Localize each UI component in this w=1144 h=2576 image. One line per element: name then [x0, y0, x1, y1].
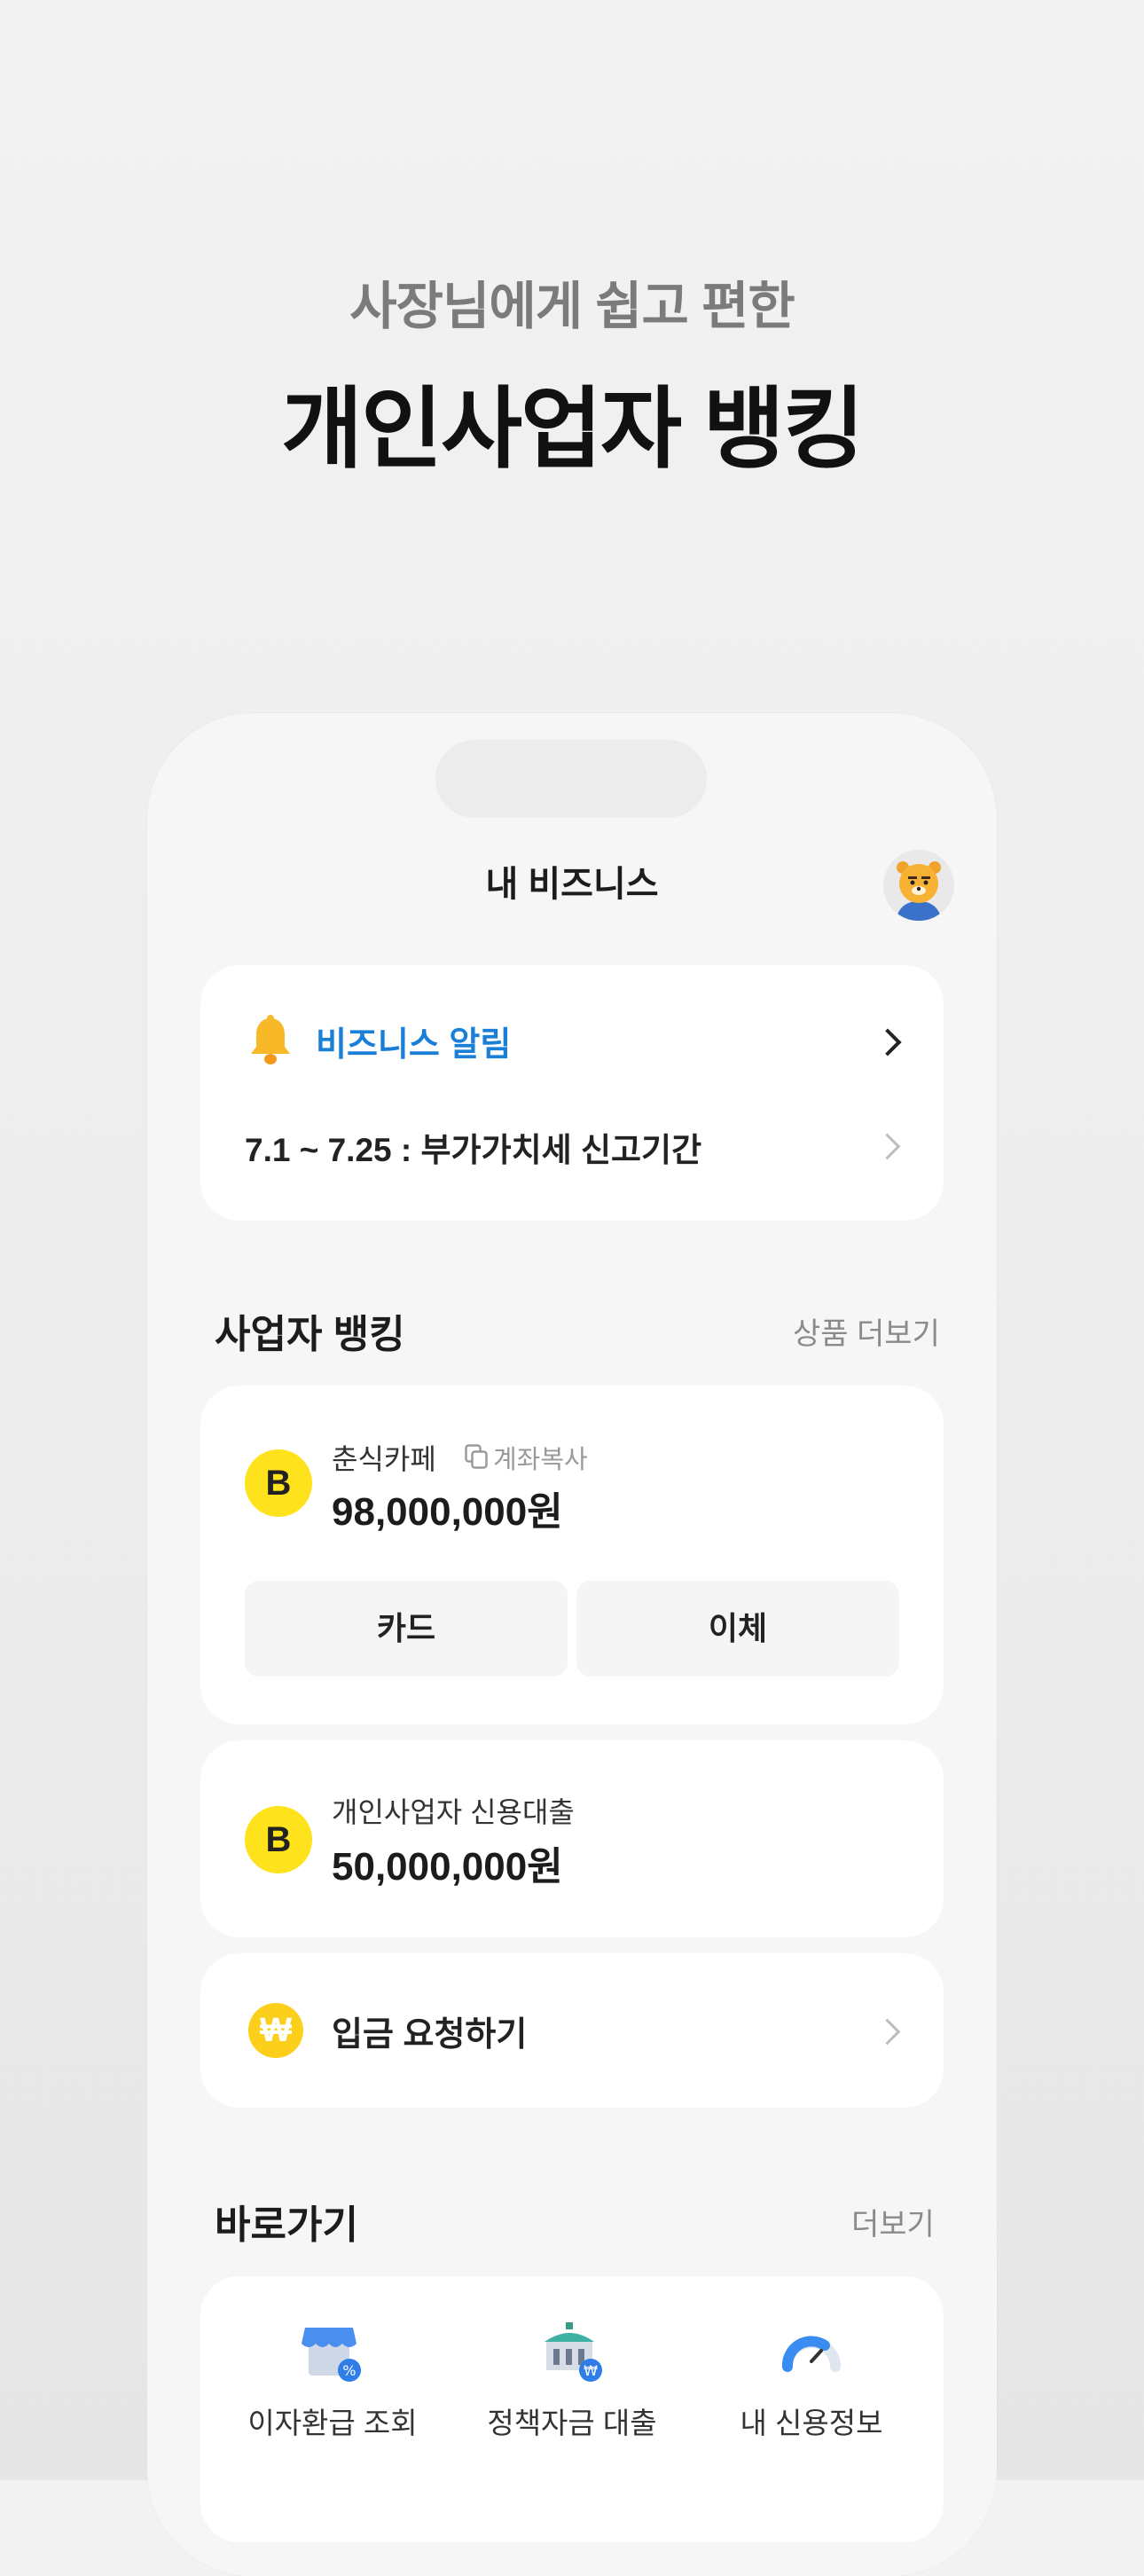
notice-item-text: 7.1 ~ 7.25 : 부가가치세 신고기간	[245, 1132, 702, 1168]
store-discount-icon: %	[302, 2328, 361, 2382]
copy-label: 계좌복사	[493, 1446, 588, 1474]
bank-logo-icon: B	[245, 1449, 312, 1517]
shortcut-label: 정책자금 대출	[487, 2407, 657, 2439]
account-card[interactable]: B 춘식카페 계좌복사 98,000,000원 카드 이체	[200, 1386, 944, 1724]
bank-building-icon: ₩	[545, 2322, 602, 2382]
shortcut-label: 이자환급 조회	[247, 2407, 418, 2439]
account-balance: 98,000,000원	[332, 1490, 563, 1534]
hero-title: 개인사업자 뱅킹	[281, 380, 865, 479]
bell-icon	[251, 1015, 290, 1064]
shortcuts-card: % 이자환급 조회 ₩ 정책자금 대출 내 신용정보	[200, 2276, 944, 2542]
bank-logo-icon: B	[245, 1806, 312, 1873]
deposit-request-card[interactable]: ₩ 입금 요청하기	[200, 1953, 944, 2108]
loan-card[interactable]: B 개인사업자 신용대출 50,000,000원	[200, 1740, 944, 1937]
credit-gauge-icon	[781, 2336, 841, 2372]
svg-text:₩: ₩	[584, 2362, 598, 2379]
page-title: 내 비즈니스	[485, 865, 659, 904]
won-coin-icon: ₩	[248, 2003, 303, 2058]
shortcut-label: 내 신용정보	[740, 2407, 883, 2439]
chevron-right-icon	[874, 1133, 901, 1160]
svg-text:%: %	[342, 2362, 356, 2379]
profile-avatar[interactable]	[883, 850, 954, 921]
notice-card: 비즈니스 알림 7.1 ~ 7.25 : 부가가치세 신고기간	[200, 965, 944, 1221]
banking-more-link[interactable]: 상품 더보기	[793, 1309, 940, 1353]
copy-icon	[465, 1444, 488, 1469]
shortcuts-section-title: 바로가기	[215, 2203, 358, 2247]
shortcut-item[interactable]: ₩ 정책자금 대출	[452, 2321, 692, 2442]
phone-frame: 내 비즈니스 비즈니스 알림 7.1 ~ 7.25 : 부가가치세 신고기간 사…	[147, 713, 997, 2576]
shortcut-item[interactable]: % 이자환급 조회	[213, 2321, 452, 2442]
loan-name: 개인사업자 신용대출	[332, 1796, 575, 1828]
account-name: 춘식카페	[332, 1443, 436, 1475]
deposit-request-label: 입금 요청하기	[332, 2016, 528, 2054]
loan-amount: 50,000,000원	[332, 1845, 563, 1889]
notice-label: 비즈니스 알림	[316, 1026, 512, 1064]
card-button[interactable]: 카드	[245, 1581, 568, 1677]
hero-subtitle: 사장님에게 쉽고 편한	[349, 278, 795, 335]
banking-section-title: 사업자 뱅킹	[215, 1313, 405, 1356]
shortcut-item[interactable]: 내 신용정보	[692, 2321, 931, 2442]
transfer-button[interactable]: 이체	[576, 1581, 899, 1677]
dynamic-island	[435, 740, 707, 818]
shortcuts-more-link[interactable]: 더보기	[851, 2200, 935, 2243]
bear-avatar-icon	[883, 850, 954, 921]
chevron-right-icon	[874, 2018, 901, 2046]
chevron-right-icon[interactable]	[874, 1028, 902, 1056]
